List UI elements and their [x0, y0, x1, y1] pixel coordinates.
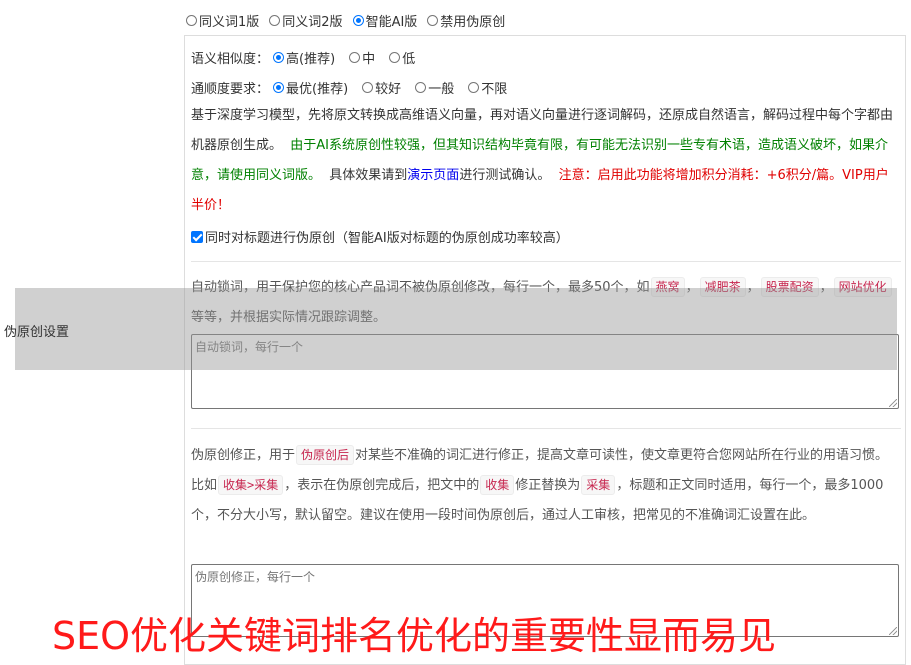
version-option-ai[interactable]: 智能AI版 [352, 11, 418, 30]
radio-icon[interactable] [389, 52, 401, 63]
version-radio-group: 同义词1版 同义词2版 智能AI版 禁用伪原创 [186, 11, 515, 30]
radio-icon[interactable] [349, 52, 361, 63]
correction-text: 伪原创修正，用于 [191, 448, 296, 463]
correction-text: 修正替换为 [515, 478, 581, 493]
section-label: 伪原创设置 [4, 325, 70, 340]
radio-checked-icon[interactable] [273, 82, 285, 93]
radio-icon[interactable] [362, 82, 374, 93]
ai-desc-demo-suffix: 进行测试确认。 [459, 168, 551, 183]
similarity-option-high[interactable]: 高(推荐) [273, 48, 335, 67]
correction-placeholder: 伪原创修正，每行一个 [195, 570, 316, 584]
fluency-option-good[interactable]: 较好 [362, 78, 401, 97]
version-option-synonym-1[interactable]: 同义词1版 [186, 11, 259, 30]
similarity-label: 语义相似度： [191, 52, 270, 67]
fluency-label: 通顺度要求： [191, 82, 270, 97]
radio-icon[interactable] [186, 15, 197, 26]
divider [191, 428, 901, 429]
similarity-row: 语义相似度： 高(推荐) 中 低 [191, 48, 425, 67]
checkbox-checked-icon[interactable] [191, 231, 203, 243]
version-option-label: 禁用伪原创 [440, 15, 506, 30]
version-option-label: 智能AI版 [365, 15, 418, 30]
similarity-option-low[interactable]: 低 [389, 48, 415, 67]
version-option-synonym-2[interactable]: 同义词2版 [269, 11, 343, 30]
selection-overlay [15, 288, 897, 370]
fluency-option-best[interactable]: 最优(推荐) [273, 78, 348, 97]
fluency-option-label: 不限 [481, 82, 508, 97]
fluency-option-normal[interactable]: 一般 [415, 78, 454, 97]
fluency-option-label: 最优(推荐) [286, 82, 349, 97]
version-option-disable[interactable]: 禁用伪原创 [427, 11, 505, 30]
radio-icon[interactable] [415, 82, 427, 93]
radio-checked-icon[interactable] [352, 15, 364, 26]
fluency-option-label: 较好 [375, 82, 402, 97]
title-rewrite-option[interactable]: 同时对标题进行伪原创（智能AI版对标题的伪原创成功率较高） [191, 227, 569, 246]
fluency-row: 通顺度要求： 最优(推荐) 较好 一般 不限 [191, 78, 517, 97]
title-rewrite-label: 同时对标题进行伪原创（智能AI版对标题的伪原创成功率较高） [205, 231, 569, 246]
similarity-option-medium[interactable]: 中 [349, 48, 375, 67]
resize-handle-icon[interactable] [889, 399, 897, 407]
similarity-option-label: 低 [402, 52, 416, 67]
version-option-label: 同义词1版 [199, 15, 260, 30]
code-chip: 伪原创后 [296, 445, 355, 465]
ai-description: 基于深度学习模型，先将原文转换成高维语义向量，再对语义向量进行逐词解码，还原成自… [191, 101, 901, 221]
resize-handle-icon[interactable] [889, 627, 897, 635]
similarity-option-label: 中 [362, 52, 376, 67]
radio-icon[interactable] [427, 15, 439, 26]
correction-text: ，表示在伪原创完成后，把文中的 [284, 478, 480, 493]
page-headline: SEO优化关键词排名优化的重要性显而易见 [52, 614, 777, 658]
fluency-option-any[interactable]: 不限 [468, 78, 507, 97]
radio-icon[interactable] [468, 82, 480, 93]
version-option-label: 同义词2版 [282, 15, 343, 30]
divider [191, 261, 901, 262]
fluency-option-label: 一般 [428, 82, 455, 97]
ai-desc-demo-prefix: 具体效果请到 [329, 168, 408, 183]
similarity-option-label: 高(推荐) [286, 52, 336, 67]
code-chip: 采集 [581, 475, 616, 495]
demo-page-link[interactable]: 演示页面 [407, 168, 459, 183]
code-chip: 收集 [480, 475, 515, 495]
radio-icon[interactable] [269, 15, 281, 26]
radio-checked-icon[interactable] [273, 52, 285, 63]
code-chip: 收集>采集 [218, 475, 284, 495]
correction-description: 伪原创修正，用于 伪原创后 对某些不准确的词汇进行修正，提高文章可读性，使文章更符合… [191, 441, 901, 531]
